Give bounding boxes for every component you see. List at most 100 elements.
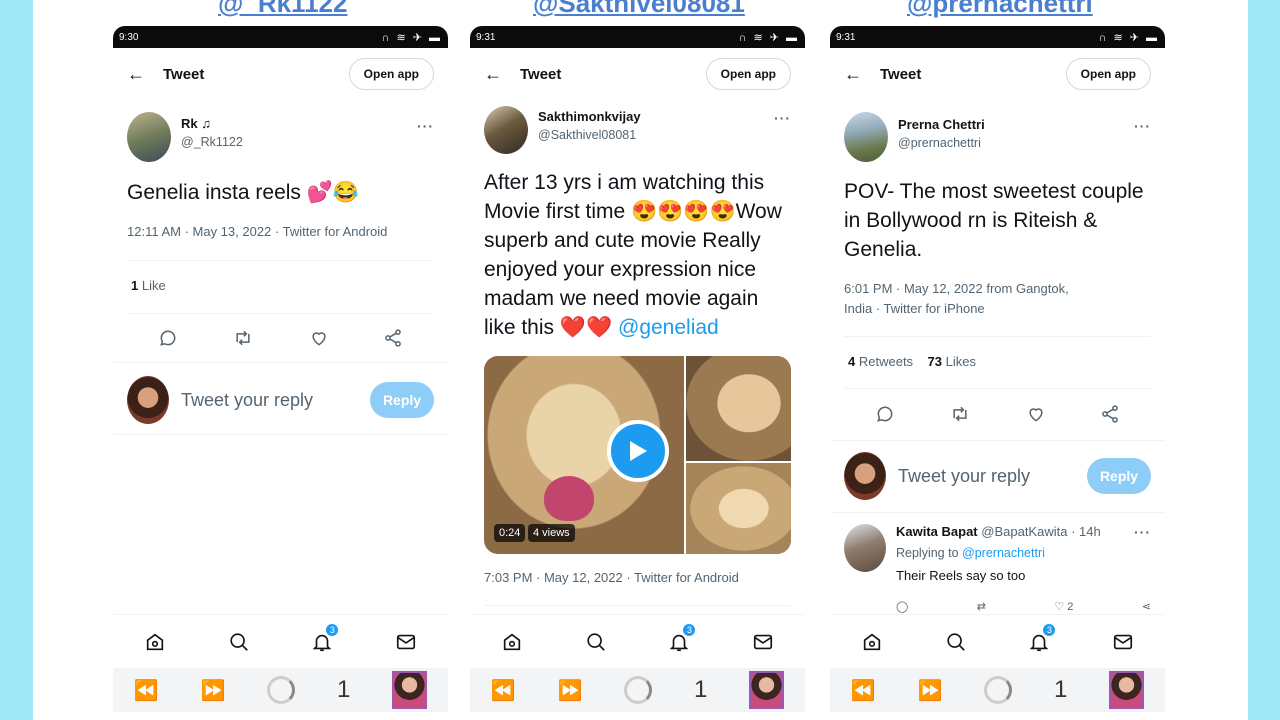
tweet-meta: 7:03 PM · May 12, 2022 · Twitter for And… <box>484 570 739 585</box>
page-title: Tweet <box>520 65 562 83</box>
reply-icon[interactable] <box>158 328 178 348</box>
avatar[interactable] <box>127 112 171 162</box>
video-frame-top <box>684 356 791 461</box>
messages-icon[interactable] <box>1103 622 1143 662</box>
share-icon[interactable] <box>1100 404 1120 424</box>
reply-input[interactable]: Tweet your reply <box>886 466 1087 487</box>
status-bar: 9:30 ∩ ≋ ✈ ▬ <box>113 26 448 48</box>
comment-like-icon[interactable]: ♡ 2 <box>1054 600 1073 613</box>
status-icons: ∩ ≋ ✈ ▬ <box>381 31 442 44</box>
home-icon[interactable] <box>492 622 532 662</box>
search-icon[interactable] <box>219 622 259 662</box>
rewind-icon[interactable]: ⏪ <box>491 678 516 703</box>
divider <box>127 260 434 261</box>
search-icon[interactable] <box>936 622 976 662</box>
more-options-icon[interactable]: ··· <box>774 110 791 126</box>
back-arrow-icon[interactable]: ← <box>844 64 880 85</box>
tab-count[interactable]: 1 <box>1054 676 1067 704</box>
author-name[interactable]: Rk ♫ <box>181 116 243 131</box>
video-duration: 0:24 <box>494 524 526 542</box>
comment-share-icon[interactable]: ⋖ <box>1142 600 1151 613</box>
home-icon[interactable] <box>135 622 175 662</box>
home-icon[interactable] <box>852 622 892 662</box>
user-avatar <box>844 452 886 500</box>
search-icon[interactable] <box>576 622 616 662</box>
loading-spinner-icon <box>267 676 296 704</box>
profile-thumbnail[interactable] <box>392 671 428 709</box>
tweet-topbar: ← Tweet Open app <box>830 48 1165 100</box>
replying-to-link[interactable]: @prernachettri <box>962 546 1045 560</box>
retweet-icon[interactable] <box>949 404 971 424</box>
author-handle[interactable]: @Sakthivel08081 <box>538 128 641 142</box>
tweet-author: Sakthimonkvijay @Sakthivel08081 ··· <box>484 106 791 154</box>
tweet-stats[interactable]: 4 Retweets 73 Likes <box>848 354 976 369</box>
divider <box>844 336 1151 337</box>
divider <box>830 512 1165 513</box>
play-icon[interactable] <box>607 420 669 482</box>
like-heart-icon[interactable] <box>309 328 329 348</box>
phone-screenshot-1: 9:30 ∩ ≋ ✈ ▬ ← Tweet Open app Rk ♫ @_Rk1… <box>113 26 448 720</box>
author-name[interactable]: Sakthimonkvijay <box>538 109 641 124</box>
like-heart-icon[interactable] <box>1026 404 1046 424</box>
fast-forward-icon[interactable]: ⏩ <box>201 678 226 703</box>
rewind-icon[interactable]: ⏪ <box>851 678 876 703</box>
author-handle[interactable]: @prernachettri <box>898 136 985 150</box>
open-app-button[interactable]: Open app <box>348 58 434 90</box>
tweet-text: Genelia insta reels 💕😂 <box>127 181 360 204</box>
replying-to: Replying to @prernachettri <box>896 546 1045 560</box>
comment-retweet-icon[interactable]: ⇄ <box>977 600 986 613</box>
open-app-button[interactable]: Open app <box>705 58 791 90</box>
profile-thumbnail[interactable] <box>749 671 785 709</box>
tweet-text: POV- The most sweetest couple in Bollywo… <box>844 180 1144 261</box>
tweet-author: Rk ♫ @_Rk1122 ··· <box>127 112 434 162</box>
more-options-icon[interactable]: ··· <box>1134 118 1151 134</box>
divider <box>830 440 1165 441</box>
back-arrow-icon[interactable]: ← <box>127 64 163 85</box>
share-icon[interactable] <box>383 328 403 348</box>
notifications-bell-icon[interactable]: 3 <box>302 622 342 662</box>
tab-count[interactable]: 1 <box>337 676 350 704</box>
retweet-icon[interactable] <box>232 328 254 348</box>
bottom-nav: 3 <box>113 614 448 668</box>
status-icons: ∩ ≋ ✈ ▬ <box>738 31 799 44</box>
comment-more-icon[interactable]: ··· <box>1134 524 1151 540</box>
commenter-avatar[interactable] <box>844 524 886 572</box>
tab-count[interactable]: 1 <box>694 676 707 704</box>
commenter-name[interactable]: Kawita Bapat <box>896 524 978 539</box>
reply-button[interactable]: Reply <box>370 382 434 418</box>
messages-icon[interactable] <box>743 622 783 662</box>
author-handle[interactable]: @_Rk1122 <box>181 135 243 149</box>
tweet-topbar: ← Tweet Open app <box>113 48 448 100</box>
more-options-icon[interactable]: ··· <box>417 118 434 134</box>
header-handle-3: @prernachettri <box>907 0 1093 18</box>
profile-thumbnail[interactable] <box>1109 671 1145 709</box>
reply-button[interactable]: Reply <box>1087 458 1151 494</box>
bottom-nav: 3 <box>830 614 1165 668</box>
reply-icon[interactable] <box>875 404 895 424</box>
back-arrow-icon[interactable]: ← <box>484 64 520 85</box>
notifications-bell-icon[interactable]: 3 <box>659 622 699 662</box>
reply-input[interactable]: Tweet your reply <box>169 390 370 411</box>
mention-link[interactable]: @geneliad <box>618 316 719 339</box>
avatar[interactable] <box>844 112 888 162</box>
status-time: 9:31 <box>476 31 496 43</box>
commenter-handle-time: @BapatKawita · 14h <box>981 524 1101 539</box>
open-app-button[interactable]: Open app <box>1065 58 1151 90</box>
rewind-icon[interactable]: ⏪ <box>134 678 159 703</box>
tweet-actions <box>848 394 1147 434</box>
tweet-stats[interactable]: 1 Like <box>131 278 166 293</box>
notification-badge: 3 <box>682 622 697 637</box>
author-name[interactable]: Prerna Chettri <box>898 117 985 132</box>
fast-forward-icon[interactable]: ⏩ <box>918 678 943 703</box>
reply-comment[interactable]: Kawita Bapat @BapatKawita · 14h ··· Repl… <box>844 522 1151 614</box>
video-player[interactable]: 0:24 4 views <box>484 356 791 554</box>
collage-canvas: @_Rk1122 @Sakthivel08081 @prernachettri … <box>33 0 1248 720</box>
fast-forward-icon[interactable]: ⏩ <box>558 678 583 703</box>
loading-spinner-icon <box>984 676 1013 704</box>
status-time: 9:31 <box>836 31 856 43</box>
comment-reply-icon[interactable]: ◯ <box>896 600 908 613</box>
messages-icon[interactable] <box>386 622 426 662</box>
notifications-bell-icon[interactable]: 3 <box>1019 622 1059 662</box>
tweet-text: After 13 yrs i am watching this Movie fi… <box>484 171 782 339</box>
avatar[interactable] <box>484 106 528 154</box>
